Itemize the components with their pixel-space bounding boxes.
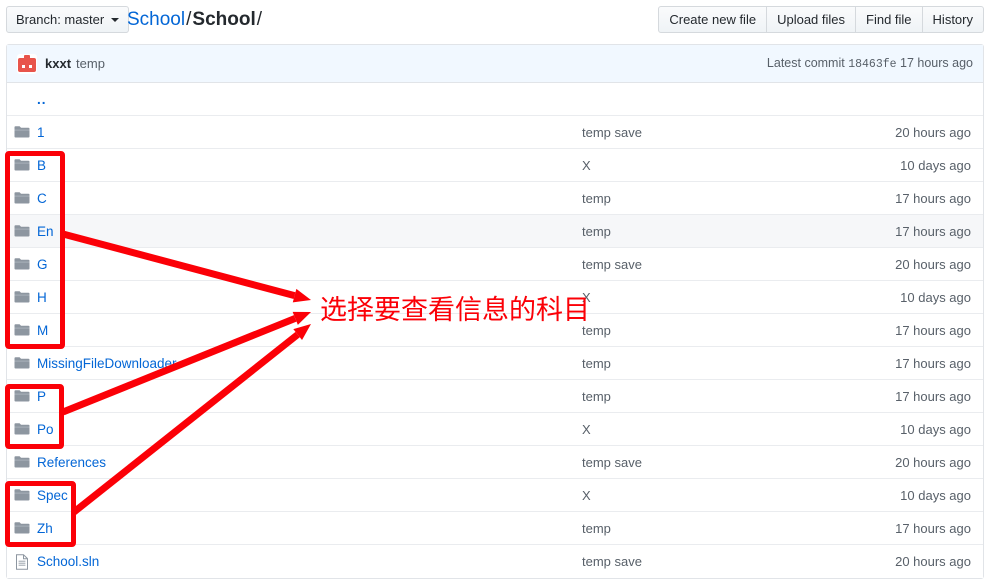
user-avatar-icon bbox=[17, 53, 37, 74]
folder-icon bbox=[7, 158, 37, 172]
breadcrumb: School/School/ bbox=[127, 7, 263, 33]
folder-icon bbox=[7, 356, 37, 370]
folder-icon bbox=[7, 323, 37, 337]
breadcrumb-separator-2: / bbox=[256, 9, 263, 30]
file-name-link[interactable]: C bbox=[37, 191, 582, 206]
file-name-link[interactable]: M bbox=[37, 323, 582, 338]
table-row[interactable]: Mtemp 17 hours ago bbox=[7, 314, 983, 347]
commit-age-cell: 17 hours ago bbox=[895, 355, 971, 371]
file-rows-container: 1 temp save 20 hours ago B X 10 days ago Ctemp… bbox=[7, 116, 983, 578]
commit-message-cell[interactable]: X bbox=[582, 422, 821, 437]
folder-icon bbox=[7, 422, 37, 436]
folder-icon bbox=[7, 389, 37, 403]
commit-age-cell: 10 days ago bbox=[900, 421, 971, 437]
file-name-link[interactable]: G bbox=[37, 257, 582, 272]
commit-author[interactable]: kxxt bbox=[45, 56, 71, 71]
commit-message-cell[interactable]: temp bbox=[582, 521, 821, 536]
table-row[interactable]: H X 10 days ago bbox=[7, 281, 983, 314]
parent-directory-link[interactable]: .. bbox=[37, 92, 582, 107]
commit-age-cell: 17 hours ago bbox=[895, 190, 971, 206]
file-name-link[interactable]: Po bbox=[37, 422, 582, 437]
list-item-parent-directory[interactable]: .. bbox=[7, 83, 983, 116]
folder-icon bbox=[7, 521, 37, 535]
commit-age: 17 hours ago bbox=[900, 56, 973, 70]
folder-icon bbox=[7, 257, 37, 271]
commit-message-cell[interactable]: temp save bbox=[582, 554, 821, 569]
table-row[interactable]: School.sln temp save 20 hours ago bbox=[7, 545, 983, 578]
folder-icon bbox=[7, 191, 37, 205]
table-row[interactable]: 1 temp save 20 hours ago bbox=[7, 116, 983, 149]
table-row[interactable]: Ptemp 17 hours ago bbox=[7, 380, 983, 413]
chevron-down-icon bbox=[111, 17, 120, 22]
table-row[interactable]: References temp save 20 hours ago bbox=[7, 446, 983, 479]
file-name-link[interactable]: References bbox=[37, 455, 582, 470]
commit-message-cell[interactable]: temp bbox=[582, 389, 821, 404]
file-name-link[interactable]: 1 bbox=[37, 125, 582, 140]
table-row[interactable]: B X 10 days ago bbox=[7, 149, 983, 182]
file-icon bbox=[7, 553, 37, 570]
commit-message-cell[interactable]: temp bbox=[582, 356, 821, 371]
commit-age-cell: 20 hours ago bbox=[895, 554, 971, 569]
latest-commit-info: Latest commit 18463fe 17 hours ago bbox=[767, 56, 973, 71]
folder-icon bbox=[7, 125, 37, 139]
commit-message-cell[interactable]: temp save bbox=[582, 455, 821, 470]
file-listing-table: kxxt temp Latest commit 18463fe 17 hours… bbox=[6, 44, 984, 579]
commit-age-cell: 20 hours ago bbox=[895, 124, 971, 140]
file-name-link[interactable]: En bbox=[37, 224, 582, 239]
commit-age-cell: 10 days ago bbox=[900, 289, 971, 305]
folder-icon bbox=[7, 488, 37, 502]
table-row[interactable]: Po X 10 days ago bbox=[7, 413, 983, 446]
commit-message-cell[interactable]: temp bbox=[582, 191, 821, 206]
commit-sha[interactable]: 18463fe bbox=[848, 58, 896, 71]
commit-age-cell: 17 hours ago bbox=[895, 520, 971, 536]
commit-age-cell: 20 hours ago bbox=[895, 454, 971, 470]
commit-message[interactable]: temp bbox=[76, 56, 105, 71]
table-row[interactable]: Ctemp 17 hours ago bbox=[7, 182, 983, 215]
branch-selector-label: Branch: master bbox=[16, 12, 105, 27]
commit-message-cell[interactable]: temp save bbox=[582, 257, 821, 272]
file-name-link[interactable]: H bbox=[37, 290, 582, 305]
commit-message-cell[interactable]: X bbox=[582, 290, 821, 305]
file-name-link[interactable]: B bbox=[37, 158, 582, 173]
latest-commit-bar: kxxt temp Latest commit 18463fe 17 hours… bbox=[7, 45, 983, 83]
branch-selector-button[interactable]: Branch: master bbox=[6, 6, 130, 33]
history-button[interactable]: History bbox=[923, 7, 983, 32]
upload-files-button[interactable]: Upload files bbox=[767, 7, 857, 32]
commit-message-cell[interactable]: X bbox=[582, 488, 821, 503]
repo-header: Branch: master School/School/ Create new… bbox=[0, 0, 991, 40]
latest-commit-label: Latest commit bbox=[766, 56, 845, 70]
table-row[interactable]: En temp 17 hours ago bbox=[7, 215, 983, 248]
table-row[interactable]: Gtemp save 20 hours ago bbox=[7, 248, 983, 281]
file-name-link[interactable]: P bbox=[37, 389, 582, 404]
file-name-link[interactable]: School.sln bbox=[37, 554, 582, 569]
commit-message-cell[interactable]: X bbox=[582, 158, 821, 173]
folder-icon bbox=[7, 224, 37, 238]
commit-age-cell: 10 days ago bbox=[900, 157, 971, 173]
table-row[interactable]: Spec X 10 days ago bbox=[7, 479, 983, 512]
create-new-file-button[interactable]: Create new file bbox=[659, 7, 768, 32]
commit-message-cell[interactable]: temp save bbox=[582, 125, 821, 140]
file-name-link[interactable]: Spec bbox=[37, 488, 582, 503]
commit-age-cell: 17 hours ago bbox=[895, 322, 971, 338]
folder-icon bbox=[7, 290, 37, 304]
table-row[interactable]: MissingFileDownloader temp 17 hours ago bbox=[7, 347, 983, 380]
breadcrumb-root-link[interactable]: School bbox=[127, 9, 185, 30]
file-name-link[interactable]: MissingFileDownloader bbox=[37, 356, 582, 371]
folder-icon bbox=[7, 455, 37, 469]
repo-action-buttons: Create new file Upload files Find file H… bbox=[658, 6, 984, 33]
commit-message-cell[interactable]: temp bbox=[582, 323, 821, 338]
breadcrumb-current: School bbox=[192, 9, 256, 30]
table-row[interactable]: Zh temp 17 hours ago bbox=[7, 512, 983, 545]
commit-age-cell: 20 hours ago bbox=[895, 256, 971, 272]
commit-message-cell[interactable]: temp bbox=[582, 224, 821, 239]
commit-age-cell: 17 hours ago bbox=[895, 223, 971, 239]
file-name-link[interactable]: Zh bbox=[37, 521, 582, 536]
commit-age-cell: 10 days ago bbox=[900, 487, 971, 503]
find-file-button[interactable]: Find file bbox=[856, 7, 923, 32]
commit-age-cell: 17 hours ago bbox=[895, 388, 971, 404]
